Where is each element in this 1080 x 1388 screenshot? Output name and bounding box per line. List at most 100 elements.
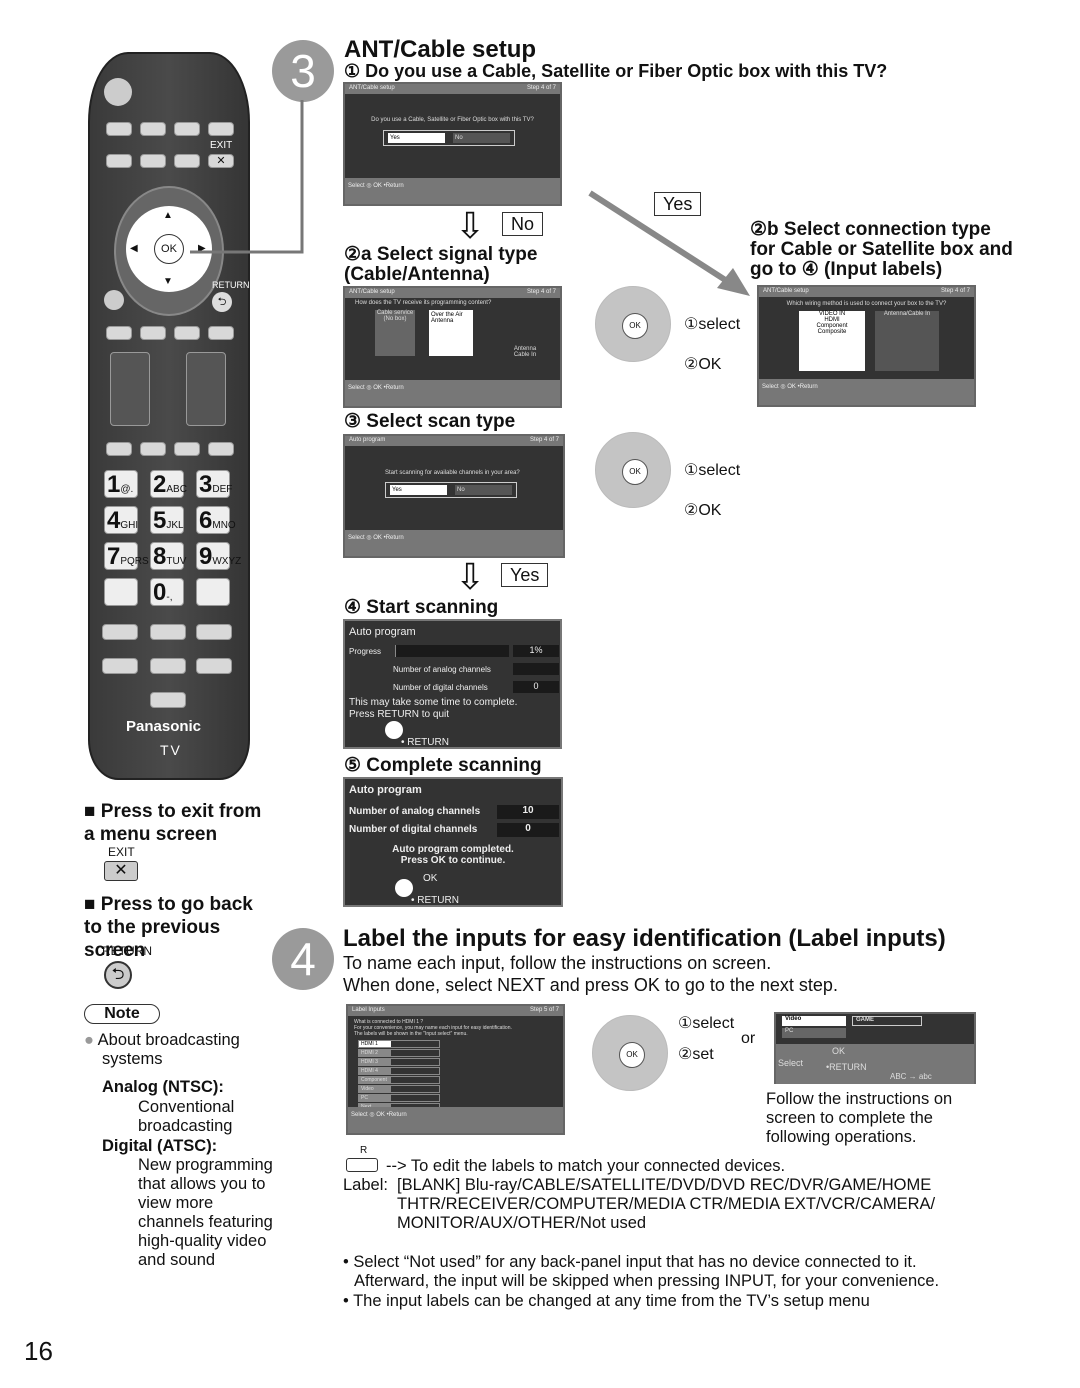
antenna-cable-in-option[interactable]: Antenna/Cable In: [875, 311, 939, 371]
key-1[interactable]: 1@.: [104, 470, 138, 498]
remote-button[interactable]: [106, 326, 132, 340]
input-row[interactable]: Video: [358, 1085, 440, 1093]
key-4[interactable]: 4GHI: [104, 506, 138, 534]
remote-button[interactable]: [150, 624, 186, 640]
video-in-option[interactable]: VIDEO IN HDMI Component Composite: [799, 311, 865, 371]
ok-instruction: ②OK: [684, 502, 722, 519]
cable-box-screen: ANT/Cable setup Step 4 of 7 Do you use a …: [343, 82, 562, 206]
remote-button[interactable]: [140, 442, 166, 456]
step-3-badge: 3: [272, 40, 334, 102]
remote-button[interactable]: [150, 692, 186, 708]
key-0[interactable]: 0-,: [150, 578, 184, 606]
set-instruction: ②set: [678, 1046, 714, 1063]
input-row[interactable]: HDMI 4: [358, 1067, 440, 1075]
progress-bar: [395, 645, 509, 657]
yes-label: Yes: [654, 192, 702, 216]
key-blank[interactable]: [104, 578, 138, 606]
signal-type-screen: ANT/Cable setup Step 4 of 7 How does the …: [343, 286, 562, 408]
remote-button[interactable]: [196, 658, 232, 674]
remote-button[interactable]: [208, 442, 234, 456]
yes-label: Yes: [501, 563, 549, 587]
ok-instruction: ②OK: [684, 356, 722, 373]
select-instruction: ①select: [684, 316, 741, 333]
key-8[interactable]: 8TUV: [150, 542, 186, 570]
scan-type-screen: Auto program Step 4 of 7 Start scanning f…: [343, 434, 565, 558]
select-instruction: ①select: [684, 462, 741, 479]
no-option[interactable]: No: [455, 485, 512, 495]
exit-button-icon: ✕: [104, 861, 138, 881]
remote-button[interactable]: [102, 624, 138, 640]
return-button[interactable]: ⮌: [212, 292, 232, 312]
remote-button[interactable]: [174, 442, 200, 456]
remote-button[interactable]: [140, 122, 166, 136]
input-row[interactable]: HDMI 3: [358, 1058, 440, 1066]
label-options: [BLANK] Blu-ray/CABLE/SATELLITE/DVD/DVD …: [397, 1176, 936, 1232]
volume-rocker[interactable]: [110, 352, 150, 426]
red-button-icon: [346, 1158, 378, 1172]
yes-option[interactable]: Yes: [388, 133, 445, 143]
input-row[interactable]: PC: [358, 1094, 440, 1102]
remote-button[interactable]: [106, 442, 132, 456]
r-label: R: [360, 1145, 368, 1156]
key-2[interactable]: 2ABC: [150, 470, 187, 498]
return-label: RETURN: [212, 280, 250, 290]
down-arrow-icon: ⇩: [455, 556, 486, 597]
dpad-illustration: OK: [595, 286, 671, 362]
step-4-line-1: To name each input, follow the instructi…: [343, 953, 772, 973]
step-3-title: ANT/Cable setup: [344, 36, 537, 63]
remote-button[interactable]: [106, 122, 132, 136]
step-2a-title: ②a Select signal type (Cable/Antenna): [344, 244, 538, 285]
select-instruction: ①select: [678, 1015, 735, 1032]
step-5-title: ⑤ Complete scanning: [344, 755, 542, 776]
digital-text: New programming that allows you to view …: [138, 1156, 273, 1269]
step-4-title: Label the inputs for easy identification…: [343, 925, 946, 952]
label-value-field[interactable]: GAME: [852, 1016, 922, 1026]
edit-labels-text: --> To edit the labels to match your con…: [386, 1157, 786, 1175]
step-4-badge: 4: [272, 928, 334, 990]
tv-label: TV: [160, 742, 182, 758]
key-enter[interactable]: [196, 578, 230, 606]
remote-button[interactable]: [102, 658, 138, 674]
remote-button[interactable]: [150, 658, 186, 674]
yes-option[interactable]: Yes: [390, 485, 447, 495]
note-badge: Note: [84, 1004, 160, 1024]
connector-line: [190, 100, 304, 254]
question-1: ① Do you use a Cable, Satellite or Fiber…: [344, 61, 888, 81]
key-9[interactable]: 9WXYZ: [196, 542, 241, 570]
input-row[interactable]: Component: [358, 1076, 440, 1084]
remote-button[interactable]: [196, 624, 232, 640]
exit-heading: ■ Press to exit from a menu screen: [84, 801, 262, 845]
analog-heading: Analog (NTSC):: [102, 1078, 224, 1096]
key-7[interactable]: 7PQRS: [104, 542, 149, 570]
return-button-icon: ⮌: [104, 961, 132, 989]
power-button[interactable]: [104, 78, 132, 106]
remote-button[interactable]: [208, 326, 234, 340]
bullet-not-used: • Select “Not used” for any back-panel i…: [343, 1253, 940, 1290]
input-row[interactable]: HDMI 2: [358, 1049, 440, 1057]
exit-caption: EXIT: [108, 845, 135, 859]
antenna-option[interactable]: Over the Air Antenna: [429, 310, 473, 356]
dpad-illustration: OK: [595, 432, 671, 508]
label-inputs-screen: Label Inputs Step 5 of 7 What is connecte…: [346, 1004, 565, 1135]
key-5[interactable]: 5JKL: [150, 506, 184, 534]
no-option[interactable]: No: [453, 133, 510, 143]
step-4-line-2: When done, select NEXT and press OK to g…: [343, 975, 838, 995]
cable-service-option[interactable]: Cable service (No box): [375, 310, 415, 356]
key-6[interactable]: 6MNO: [196, 506, 236, 534]
remote-button[interactable]: [140, 154, 166, 168]
remote-button[interactable]: [106, 154, 132, 168]
input-row[interactable]: HDMI 1: [358, 1040, 440, 1048]
remote-button[interactable]: [140, 326, 166, 340]
connection-type-screen: ANT/Cable setup Step 4 of 7 Which wiring …: [757, 285, 976, 407]
remote-button[interactable]: [174, 326, 200, 340]
digital-heading: Digital (ATSC):: [102, 1137, 218, 1155]
note-bullet: ● About broadcasting systems: [84, 1031, 240, 1068]
remote-button[interactable]: [104, 290, 124, 310]
dpad-illustration: OK: [592, 1015, 668, 1091]
step-3-scan-title: ③ Select scan type: [344, 411, 516, 432]
key-3[interactable]: 3DEF: [196, 470, 232, 498]
channel-rocker[interactable]: [186, 352, 226, 426]
label-heading: Label:: [343, 1176, 388, 1194]
label-edit-screen: Video GAME PC Select OK •RETURN ABC → ab…: [774, 1012, 976, 1084]
down-arrow-icon: ⇩: [455, 205, 486, 246]
